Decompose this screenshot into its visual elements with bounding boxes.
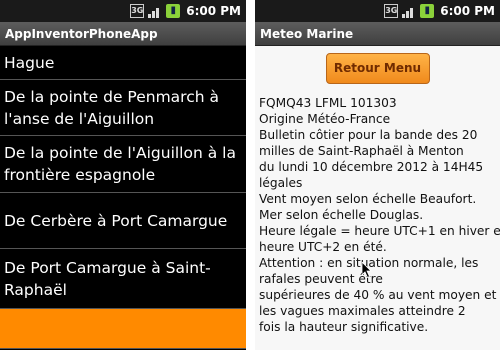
list-item[interactable]: De Port Camargue à Saint-Raphaël (0, 249, 246, 309)
status-bar: 3G ▮ 6:00 PM (0, 0, 246, 22)
status-bar: 3G ▮ 6:00 PM (255, 0, 500, 22)
bulletin-line: les vagues maximales atteindre 2 (259, 304, 466, 318)
bulletin-line: heure UTC+2 en été. (259, 240, 387, 254)
bulletin-line: Heure légale = heure UTC+1 en hiver et (259, 224, 500, 238)
mouse-cursor-icon (362, 262, 372, 278)
list-item[interactable]: Hague (0, 46, 246, 80)
bulletin-line: Attention : en situation normale, les (259, 256, 479, 270)
network-3g-icon: 3G (384, 4, 399, 18)
bulletin-line: Vent moyen selon échelle Beaufort. (259, 192, 477, 206)
bulletin-line: Origine Météo-France (259, 112, 391, 126)
bulletin-line: Bulletin côtier pour la bande des 20 (259, 128, 478, 142)
list-item-label: Hague (4, 53, 55, 72)
list-item-label: De Port Camargue à Saint-Raphaël (4, 258, 211, 299)
status-time: 6:00 PM (186, 4, 241, 18)
network-3g-icon: 3G (130, 4, 145, 18)
bulletin-line: fois la hauteur significative. (259, 320, 429, 334)
bulletin-line: supérieures de 40 % au vent moyen et (259, 288, 497, 302)
bulletin-line: milles de Saint-Raphaël à Menton (259, 144, 464, 158)
bulletin-line: FQMQ43 LFML 101303 (259, 96, 397, 110)
list-item-selected[interactable] (0, 309, 246, 349)
button-area: Retour Menu (255, 46, 500, 90)
bulletin-line: rafales peuvent être (259, 272, 383, 286)
list-item[interactable]: De la pointe de l'Aiguillon à la frontiè… (0, 136, 246, 193)
status-time: 6:00 PM (440, 4, 495, 18)
list-item[interactable]: De Cerbère à Port Camargue (0, 193, 246, 249)
signal-icon (148, 4, 162, 18)
bulletin-line: légales (259, 176, 303, 190)
battery-icon: ▮ (420, 4, 435, 18)
list-item[interactable]: De la pointe de Penmarch à l'anse de l'A… (0, 80, 246, 136)
right-phone-screen: 3G ▮ 6:00 PM Meteo Marine Retour Menu FQ… (255, 0, 500, 350)
weather-bulletin: FQMQ43 LFML 101303 Origine Météo-France … (255, 90, 500, 335)
signal-icon (402, 4, 416, 18)
list-item-label: De la pointe de Penmarch à l'anse de l'A… (4, 87, 219, 128)
app-title: Meteo Marine (255, 22, 500, 46)
coast-list: Hague De la pointe de Penmarch à l'anse … (0, 46, 246, 349)
list-item-label: De Cerbère à Port Camargue (4, 211, 228, 230)
battery-icon: ▮ (166, 4, 181, 18)
list-item-label: De la pointe de l'Aiguillon à la frontiè… (4, 144, 236, 184)
app-title: AppInventorPhoneApp (0, 22, 246, 46)
bulletin-line: du lundi 10 décembre 2012 à 14H45 (259, 160, 484, 174)
left-phone-screen: 3G ▮ 6:00 PM AppInventorPhoneApp Hague D… (0, 0, 246, 350)
bulletin-line: Mer selon échelle Douglas. (259, 208, 424, 222)
retour-menu-button[interactable]: Retour Menu (325, 53, 430, 84)
